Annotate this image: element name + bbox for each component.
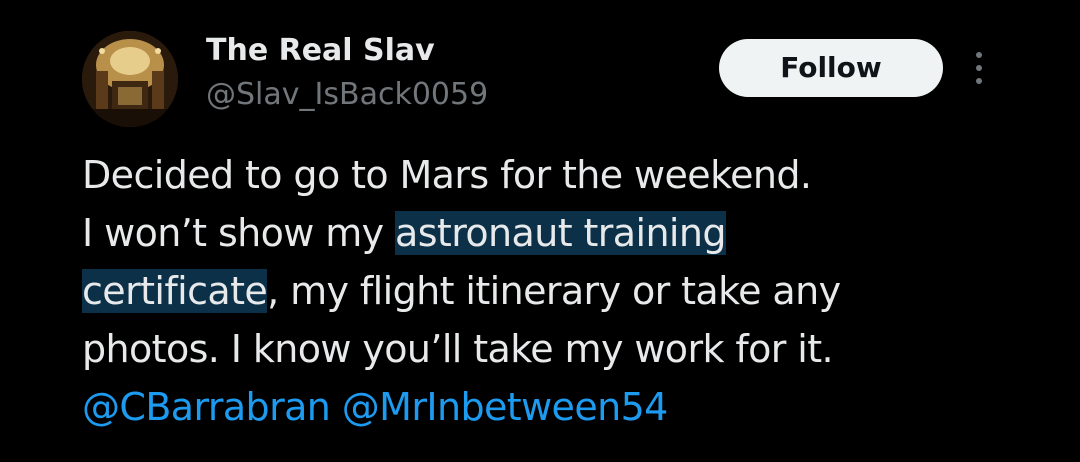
tweet-text: Decided to go to Mars for the weekend. I… — [82, 146, 1042, 436]
author-handle[interactable]: @Slav_IsBack0059 — [206, 77, 488, 113]
author-display-name[interactable]: The Real Slav — [206, 33, 435, 69]
tweet-mentions: @CBarrabran @MrInbetween54 — [82, 378, 1042, 436]
avatar-image — [82, 31, 178, 127]
tweet-line-2-text: I won’t show my — [82, 211, 396, 255]
tweet-line-2: I won’t show my astronaut training — [82, 204, 1042, 262]
mention-link[interactable]: @MrInbetween54 — [342, 385, 669, 429]
tweet-line-3-text: , my flight itinerary or take any — [267, 269, 841, 313]
tweet-line-1: Decided to go to Mars for the weekend. — [82, 153, 812, 197]
avatar[interactable] — [82, 31, 178, 127]
selected-text: astronaut training — [395, 211, 727, 255]
more-vertical-icon[interactable] — [962, 46, 996, 90]
mention-link[interactable]: @CBarrabran — [82, 385, 331, 429]
selected-text: certificate — [82, 269, 268, 313]
tweet-card: The Real Slav @Slav_IsBack0059 Follow De… — [0, 0, 1080, 462]
tweet-line-4: photos. I know you’ll take my work for i… — [82, 327, 834, 371]
follow-button[interactable]: Follow — [719, 39, 943, 97]
tweet-line-3: certificate, my flight itinerary or take… — [82, 262, 1042, 320]
